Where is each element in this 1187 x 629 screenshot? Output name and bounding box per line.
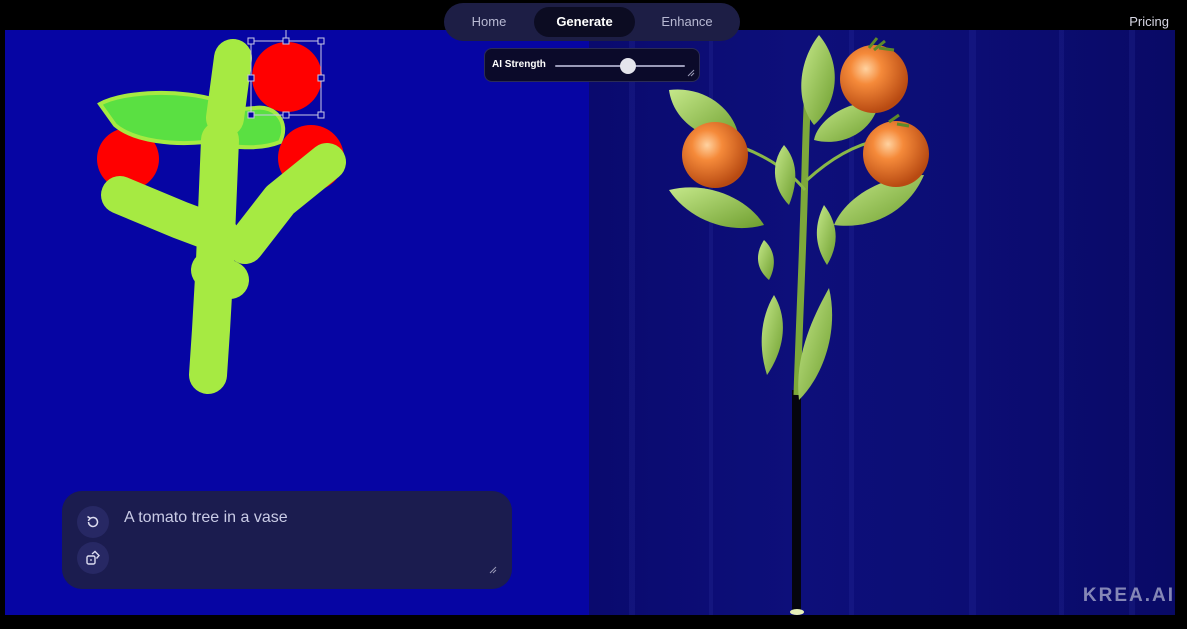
sketch-tomato-top[interactable] xyxy=(252,42,322,112)
rotate-icon xyxy=(87,515,99,528)
top-nav: Home Generate Enhance xyxy=(444,3,740,41)
krea-watermark: KREA.AI xyxy=(1082,585,1175,606)
tab-home[interactable]: Home xyxy=(450,7,528,37)
tab-enhance[interactable]: Enhance xyxy=(644,7,730,37)
prompt-input[interactable]: A tomato tree in a vase xyxy=(124,509,288,527)
generated-image: KREA.AI xyxy=(589,30,1175,615)
tomato-plant-image xyxy=(629,30,1135,615)
prompt-panel: A tomato tree in a vase xyxy=(62,491,512,589)
tab-generate[interactable]: Generate xyxy=(534,7,635,37)
slider-thumb[interactable] xyxy=(619,58,636,74)
regenerate-button[interactable] xyxy=(77,506,109,538)
ai-strength-label: AI Strength xyxy=(492,59,546,70)
resize-grip-icon[interactable] xyxy=(687,69,695,77)
pricing-link[interactable]: Pricing xyxy=(1129,14,1169,29)
random-prompt-button[interactable] xyxy=(77,542,109,574)
ai-strength-panel: AI Strength xyxy=(484,48,700,82)
resize-grip-icon[interactable] xyxy=(489,566,497,574)
dice-icon xyxy=(86,550,100,565)
ai-strength-slider[interactable] xyxy=(555,58,685,74)
